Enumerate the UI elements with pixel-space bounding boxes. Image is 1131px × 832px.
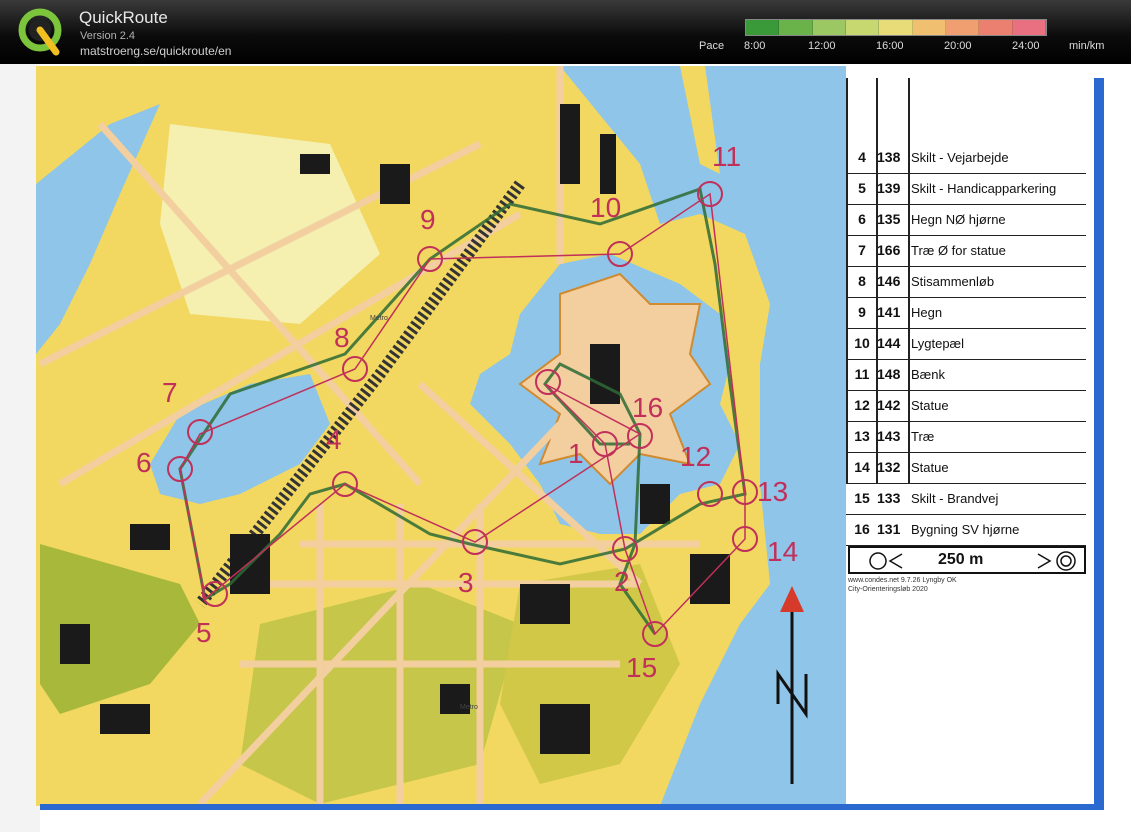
- control-label: 4: [326, 424, 342, 455]
- quickroute-logo-icon: [18, 8, 62, 56]
- app-url[interactable]: matstroeng.se/quickroute/en: [80, 44, 231, 58]
- pace-color-segment: [746, 20, 780, 35]
- app-header: QuickRoute Version 2.4 matstroeng.se/qui…: [0, 0, 1131, 64]
- control-description-row: 13 143 Træ: [846, 421, 1086, 453]
- pace-tick: 12:00: [808, 40, 836, 52]
- map-credit: www.condes.net 9.7.26 Lyngby OK: [848, 577, 957, 584]
- control-desc: Træ Ø for statue: [911, 243, 1006, 258]
- pace-tick: 16:00: [876, 40, 904, 52]
- map-scale: 250 m: [848, 546, 1086, 574]
- control-label: 10: [590, 192, 622, 223]
- control-code: 146: [877, 273, 901, 289]
- control-num: 11: [854, 366, 870, 382]
- control-label: 6: [136, 447, 152, 478]
- control-label: 11: [712, 141, 742, 172]
- pace-tick: 24:00: [1012, 40, 1040, 52]
- control-description-row: 16 131 Bygning SV hjørne: [846, 514, 1086, 546]
- control-code: 142: [877, 397, 901, 413]
- event-credit: City-Orienteringsløb 2020: [848, 586, 928, 593]
- control-label: 12: [680, 441, 712, 472]
- control-num: 13: [854, 428, 870, 444]
- control-description-row: 4 138 Skilt - Vejarbejde: [846, 142, 1086, 174]
- control-num: 12: [854, 397, 870, 413]
- pace-color-segment: [912, 20, 946, 35]
- pace-color-segment: [1012, 20, 1046, 35]
- control-num: 6: [858, 211, 866, 227]
- control-code: 133: [877, 490, 901, 506]
- pace-color-segment: [779, 20, 813, 35]
- control-desc: Statue: [911, 398, 949, 413]
- control-code: 138: [877, 149, 901, 165]
- pace-color-segment: [879, 20, 913, 35]
- control-num: 9: [858, 304, 866, 320]
- control-description-row: 14 132 Statue: [846, 452, 1086, 484]
- control-code: 166: [877, 242, 901, 258]
- pace-color-segment: [845, 20, 880, 35]
- control-label: 9: [420, 204, 436, 235]
- control-num: 15: [854, 490, 870, 506]
- control-desc: Stisammenløb: [911, 274, 995, 289]
- finish-symbol-icon: [1037, 551, 1076, 571]
- control-label: 3: [458, 567, 474, 598]
- control-num: 10: [854, 335, 870, 351]
- app-title: QuickRoute: [79, 8, 168, 27]
- control-code: 131: [877, 521, 901, 537]
- control-description-row: 9 141 Hegn: [846, 297, 1086, 329]
- control-label: 16: [632, 392, 664, 423]
- control-description-row: 15 133 Skilt - Brandvej: [846, 483, 1086, 515]
- control-description-row: 11 148 Bænk: [846, 359, 1086, 391]
- control-num: 16: [854, 521, 870, 537]
- control-desc: Skilt - Handicapparkering: [911, 181, 1057, 196]
- app-version: Version 2.4: [80, 30, 136, 42]
- control-code: 132: [877, 459, 901, 475]
- control-desc: Skilt - Brandvej: [911, 491, 999, 506]
- control-description-row: 12 142 Statue: [846, 390, 1086, 422]
- scale-label: 250 m: [938, 551, 984, 568]
- control-desc: Hegn: [911, 305, 943, 320]
- control-label: 1: [568, 438, 584, 469]
- control-num: 8: [858, 273, 866, 289]
- control-desc: Træ: [911, 429, 935, 444]
- control-num: 4: [858, 149, 866, 165]
- pace-tick: 20:00: [944, 40, 972, 52]
- metro-label: Metro: [460, 704, 478, 711]
- control-label: 13: [757, 476, 789, 507]
- pace-color-segment: [812, 20, 846, 35]
- control-code: 148: [877, 366, 901, 382]
- control-desc: Statue: [911, 460, 949, 475]
- control-label: 14: [767, 536, 799, 567]
- control-code: 139: [877, 180, 901, 196]
- start-symbol-icon: [869, 552, 903, 570]
- pace-unit: min/km: [1069, 40, 1105, 52]
- control-description-row: 5 139 Skilt - Handicapparkering: [846, 173, 1086, 205]
- control-desc: Bænk: [911, 367, 945, 382]
- control-label: 2: [614, 566, 630, 597]
- control-label: 8: [334, 322, 350, 353]
- control-num: 7: [858, 242, 866, 258]
- control-num: 14: [854, 459, 870, 475]
- control-label: 5: [196, 617, 212, 648]
- control-description-row: 10 144 Lygtepæl: [846, 328, 1086, 360]
- pace-color-segment: [979, 20, 1013, 35]
- pace-label: Pace: [699, 40, 725, 52]
- control-description-row: 8 146 Stisammenløb: [846, 266, 1086, 298]
- pace-tick: 8:00: [744, 40, 766, 52]
- control-code: 144: [877, 335, 901, 351]
- control-desc: Hegn NØ hjørne: [911, 212, 1006, 227]
- control-description-row: 6 135 Hegn NØ hjørne: [846, 204, 1086, 236]
- pace-color-scale: [745, 19, 1047, 36]
- metro-label: Metro: [370, 315, 388, 322]
- control-code: 143: [877, 428, 901, 444]
- control-code: 141: [877, 304, 901, 320]
- pace-color-segment: [945, 20, 980, 35]
- control-code: 135: [877, 211, 901, 227]
- control-desc: Bygning SV hjørne: [911, 522, 1020, 537]
- control-description-row: 7 166 Træ Ø for statue: [846, 235, 1086, 267]
- control-desc: Lygtepæl: [911, 336, 964, 351]
- control-label: 15: [626, 652, 658, 683]
- control-desc: Skilt - Vejarbejde: [911, 150, 1009, 165]
- control-num: 5: [858, 180, 866, 196]
- map-viewport[interactable]: 5 6 7 8 9 10 11 1 2 3 4 12 13 14 15 16 M…: [0, 64, 1131, 832]
- control-label: 7: [162, 377, 178, 408]
